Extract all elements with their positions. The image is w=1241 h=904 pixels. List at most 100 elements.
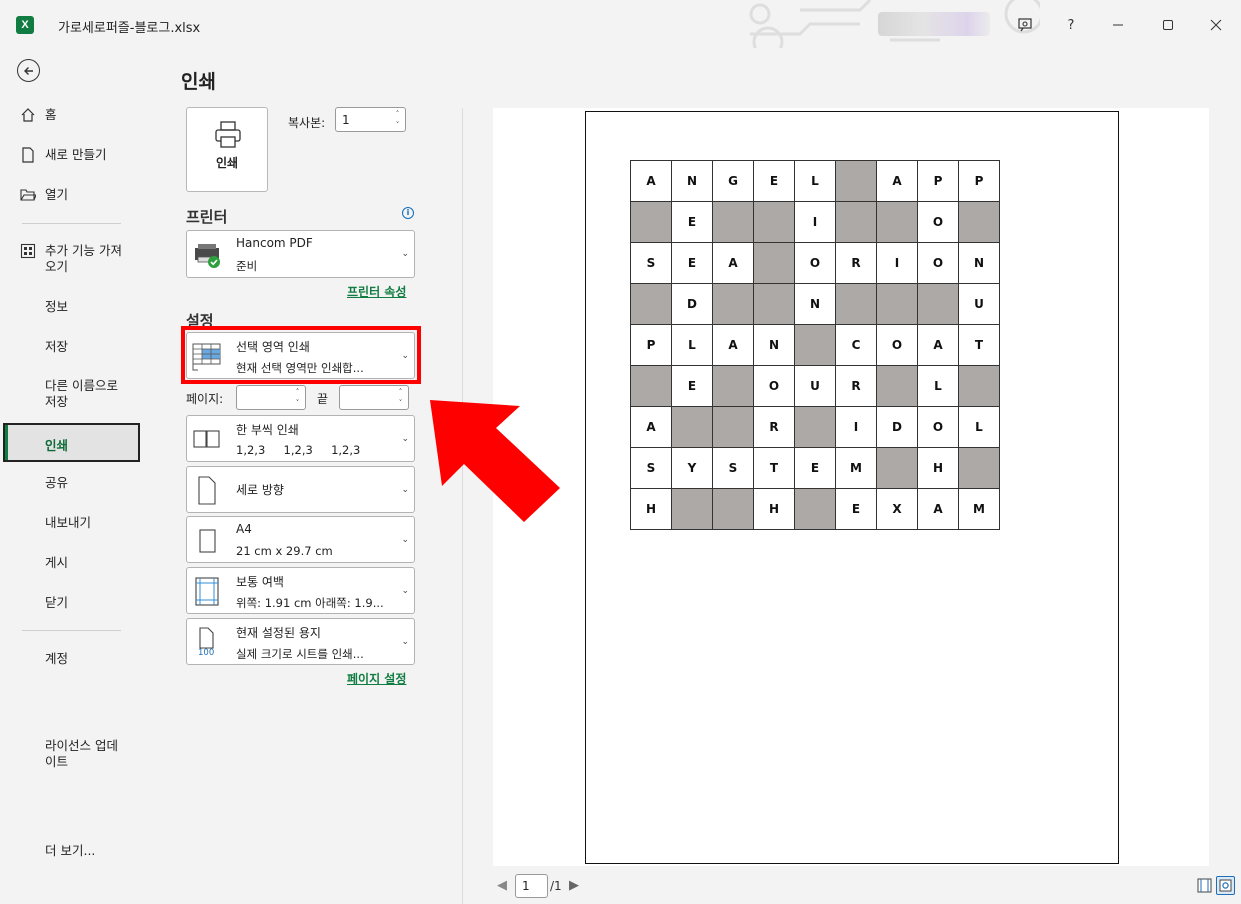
letter-cell: U [958, 283, 1000, 325]
blocked-cell [876, 201, 918, 243]
letter-cell: R [835, 365, 877, 407]
chevron-down-icon: ⌄ [401, 585, 409, 596]
copies-spinner[interactable]: 1 ˄ ˅ [335, 107, 406, 132]
nav-item-new[interactable]: 새로 만들기 [0, 147, 141, 165]
margins-dropdown[interactable]: 보통 여백 위쪽: 1.91 cm 아래쪽: 1.9... ⌄ [186, 567, 415, 614]
document-title: 가로세로퍼즐-블로그.xlsx [58, 21, 201, 36]
chevron-down-icon: ⌄ [401, 636, 409, 647]
nav-item-save[interactable]: 저장 [0, 339, 141, 357]
paper-size-dropdown[interactable]: A4 21 cm x 29.7 cm ⌄ [186, 516, 415, 563]
nav-item-publish[interactable]: 게시 [0, 555, 141, 573]
maximize-icon[interactable] [1155, 12, 1181, 38]
blocked-cell [794, 406, 836, 448]
nav-label: 홈 [45, 107, 57, 122]
printer-properties-link[interactable]: 프린터 속성 [347, 283, 406, 300]
letter-cell: E [671, 201, 713, 243]
spin-down-icon[interactable]: ˅ [396, 399, 405, 407]
orientation-dropdown[interactable]: 세로 방향 ⌄ [186, 466, 415, 513]
letter-cell: A [712, 324, 754, 366]
collate-dropdown[interactable]: 한 부씩 인쇄 1,2,3 1,2,3 1,2,3 ⌄ [186, 415, 415, 462]
grid-row: DNU [630, 283, 1000, 325]
blocked-cell [835, 201, 877, 243]
show-margins-icon[interactable] [1195, 876, 1214, 895]
zoom-to-page-icon[interactable] [1216, 876, 1235, 895]
scaling-dropdown[interactable]: 100 현재 설정된 용지 실제 크기로 시트를 인쇄... ⌄ [186, 618, 415, 665]
nav-item-export[interactable]: 내보내기 [0, 515, 141, 533]
scaling-label: 현재 설정된 용지 [236, 626, 321, 640]
nav-item-save-as[interactable]: 다른 이름으로 저장 [0, 378, 141, 410]
page-setup-link[interactable]: 페이지 설정 [347, 670, 406, 687]
nav-item-info[interactable]: 정보 [0, 299, 141, 317]
letter-cell: A [630, 406, 672, 448]
spin-up-icon[interactable]: ˄ [293, 388, 302, 396]
copies-value: 1 [342, 113, 350, 127]
blocked-cell [630, 283, 672, 325]
letter-cell: P [630, 324, 672, 366]
nav-item-account[interactable]: 계정 [0, 651, 141, 669]
letter-cell: L [917, 365, 959, 407]
printer-dropdown[interactable]: Hancom PDF 준비 ⌄ [186, 230, 415, 278]
back-arrow-icon[interactable] [17, 59, 40, 82]
current-page-input[interactable]: 1 [515, 874, 548, 898]
info-icon[interactable]: i [402, 207, 414, 219]
nav-label: 더 보기... [45, 843, 96, 858]
grid-row: SYSTEMH [630, 447, 1000, 489]
addins-icon [20, 243, 36, 259]
blocked-cell [753, 283, 795, 325]
nav-item-more[interactable]: 더 보기... [0, 843, 141, 861]
nav-item-share[interactable]: 공유 [0, 475, 141, 493]
nav-item-addins[interactable]: 추가 기능 가져오기 [0, 243, 141, 275]
previous-page-icon[interactable]: ◀ [497, 878, 507, 893]
preview-page: ANGELAPPEIOSEAORIONDNUPLANCOATEOURLARIDO… [585, 111, 1119, 864]
grid-row: SEAORION [630, 242, 1000, 284]
blocked-cell [712, 201, 754, 243]
pages-to-spinner[interactable]: ˄ ˅ [339, 385, 409, 410]
blocked-cell [630, 365, 672, 407]
nav-item-license-update[interactable]: 라이선스 업데이트 [0, 738, 141, 770]
letter-cell: H [917, 447, 959, 489]
blocked-cell [712, 283, 754, 325]
letter-cell: S [630, 242, 672, 284]
letter-cell: R [753, 406, 795, 448]
grid-row: EIO [630, 201, 1000, 243]
letter-cell: L [671, 324, 713, 366]
nav-label: 계정 [45, 651, 69, 666]
minimize-icon[interactable] [1105, 12, 1131, 38]
letter-cell: N [753, 324, 795, 366]
nav-label: 라이선스 업데이트 [45, 738, 118, 769]
letter-cell: N [794, 283, 836, 325]
spin-up-icon[interactable]: ˄ [396, 388, 405, 396]
letter-cell: O [917, 201, 959, 243]
letter-cell: L [794, 160, 836, 202]
nav-item-print[interactable]: 인쇄 [3, 423, 140, 462]
spin-down-icon[interactable]: ˅ [393, 121, 402, 129]
printer-heading: 프린터 [186, 208, 228, 226]
close-icon[interactable] [1203, 12, 1229, 38]
chevron-down-icon: ⌄ [401, 534, 409, 545]
nav-item-close[interactable]: 닫기 [0, 595, 141, 613]
pages-from-spinner[interactable]: ˄ ˅ [236, 385, 306, 410]
spin-up-icon[interactable]: ˄ [393, 110, 402, 118]
print-button[interactable]: 인쇄 [186, 107, 268, 192]
letter-cell: S [630, 447, 672, 489]
next-page-icon[interactable]: ▶ [569, 878, 579, 893]
nav-label: 닫기 [45, 595, 69, 610]
feedback-icon[interactable] [1012, 12, 1038, 38]
spin-down-icon[interactable]: ˅ [293, 399, 302, 407]
copies-label: 복사본: [288, 116, 326, 130]
letter-cell: C [835, 324, 877, 366]
blocked-cell [876, 283, 918, 325]
letter-cell: A [917, 324, 959, 366]
scaling-description: 실제 크기로 시트를 인쇄... [236, 647, 364, 661]
letter-cell: N [958, 242, 1000, 284]
nav-item-open[interactable]: 열기 [0, 187, 141, 205]
letter-cell: P [917, 160, 959, 202]
nav-item-home[interactable]: 홈 [0, 107, 141, 125]
printer-icon [215, 121, 241, 148]
help-icon[interactable]: ? [1058, 12, 1084, 38]
chevron-down-icon: ⌄ [401, 249, 409, 259]
letter-cell: M [958, 488, 1000, 530]
account-name-blurred[interactable] [878, 12, 990, 36]
grid-row: PLANCOAT [630, 324, 1000, 366]
letter-cell: I [835, 406, 877, 448]
